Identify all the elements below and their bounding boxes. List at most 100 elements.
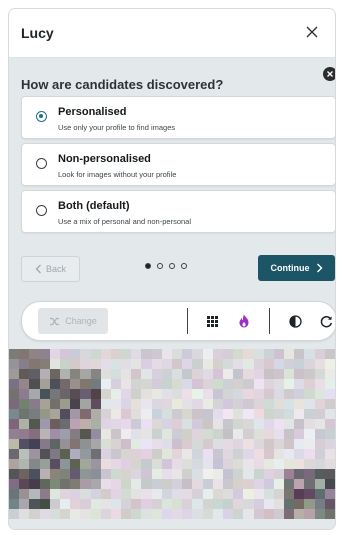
image-thumbnail[interactable] <box>192 409 203 419</box>
image-thumbnail[interactable] <box>324 509 335 519</box>
image-thumbnail[interactable] <box>233 359 244 369</box>
image-thumbnail[interactable] <box>202 509 213 519</box>
image-thumbnail[interactable] <box>284 489 295 499</box>
image-thumbnail[interactable] <box>172 439 183 449</box>
image-thumbnail[interactable] <box>39 489 50 499</box>
image-thumbnail[interactable] <box>29 399 40 409</box>
image-thumbnail[interactable] <box>70 399 81 409</box>
image-thumbnail[interactable] <box>80 459 91 469</box>
image-thumbnail[interactable] <box>222 459 234 469</box>
image-thumbnail[interactable] <box>19 409 30 419</box>
image-thumbnail[interactable] <box>141 499 152 509</box>
image-thumbnail[interactable] <box>19 379 30 389</box>
image-thumbnail[interactable] <box>141 509 152 519</box>
image-thumbnail[interactable] <box>59 419 71 429</box>
flame-icon[interactable] <box>235 312 253 330</box>
image-thumbnail[interactable] <box>182 439 193 449</box>
image-thumbnail[interactable] <box>222 489 234 499</box>
image-thumbnail[interactable] <box>182 369 193 379</box>
option-both[interactable]: Both (default) Use a mix of personal and… <box>21 190 335 233</box>
image-thumbnail[interactable] <box>253 389 264 399</box>
image-thumbnail[interactable] <box>182 429 193 439</box>
image-thumbnail[interactable] <box>202 449 213 459</box>
image-thumbnail[interactable] <box>161 359 172 369</box>
image-thumbnail[interactable] <box>284 359 295 369</box>
image-thumbnail[interactable] <box>202 499 213 509</box>
image-thumbnail[interactable] <box>110 439 122 449</box>
image-thumbnail[interactable] <box>121 409 132 419</box>
image-thumbnail[interactable] <box>182 449 193 459</box>
image-thumbnail[interactable] <box>253 509 264 519</box>
image-thumbnail[interactable] <box>253 449 264 459</box>
image-thumbnail[interactable] <box>80 499 91 509</box>
image-thumbnail[interactable] <box>19 479 30 489</box>
image-thumbnail[interactable] <box>294 509 305 519</box>
image-thumbnail[interactable] <box>161 489 172 499</box>
image-thumbnail[interactable] <box>110 399 122 409</box>
image-thumbnail[interactable] <box>19 429 30 439</box>
image-thumbnail[interactable] <box>273 369 285 379</box>
image-thumbnail[interactable] <box>141 419 152 429</box>
image-thumbnail[interactable] <box>263 469 274 479</box>
image-thumbnail[interactable] <box>80 399 91 409</box>
image-thumbnail[interactable] <box>80 369 91 379</box>
image-thumbnail[interactable] <box>284 419 295 429</box>
image-thumbnail[interactable] <box>202 409 213 419</box>
image-thumbnail[interactable] <box>151 439 162 449</box>
image-thumbnail[interactable] <box>131 439 142 449</box>
image-thumbnail[interactable] <box>19 389 30 399</box>
image-thumbnail[interactable] <box>141 479 152 489</box>
back-button[interactable]: Back <box>21 256 80 282</box>
image-thumbnail[interactable] <box>253 489 264 499</box>
image-thumbnail[interactable] <box>212 489 223 499</box>
image-thumbnail[interactable] <box>182 469 193 479</box>
image-thumbnail[interactable] <box>294 469 305 479</box>
image-thumbnail[interactable] <box>49 419 60 429</box>
image-thumbnail[interactable] <box>263 389 274 399</box>
image-thumbnail[interactable] <box>182 479 193 489</box>
image-thumbnail[interactable] <box>90 449 101 459</box>
image-thumbnail[interactable] <box>49 509 60 519</box>
image-thumbnail[interactable] <box>90 439 101 449</box>
image-thumbnail[interactable] <box>263 419 274 429</box>
image-thumbnail[interactable] <box>222 449 234 459</box>
image-thumbnail[interactable] <box>161 459 172 469</box>
image-thumbnail[interactable] <box>273 449 285 459</box>
image-thumbnail[interactable] <box>110 499 122 509</box>
image-thumbnail[interactable] <box>59 489 71 499</box>
image-thumbnail[interactable] <box>172 509 183 519</box>
image-thumbnail[interactable] <box>121 369 132 379</box>
image-thumbnail[interactable] <box>182 419 193 429</box>
image-thumbnail[interactable] <box>70 469 81 479</box>
image-thumbnail[interactable] <box>304 499 315 509</box>
image-thumbnail[interactable] <box>100 449 111 459</box>
image-thumbnail[interactable] <box>253 369 264 379</box>
image-thumbnail[interactable] <box>192 359 203 369</box>
radio-icon[interactable] <box>36 158 47 169</box>
image-thumbnail[interactable] <box>324 449 335 459</box>
image-thumbnail[interactable] <box>110 419 122 429</box>
image-thumbnail[interactable] <box>59 459 71 469</box>
image-thumbnail[interactable] <box>131 489 142 499</box>
image-thumbnail[interactable] <box>172 349 183 359</box>
image-thumbnail[interactable] <box>161 469 172 479</box>
image-thumbnail[interactable] <box>314 469 325 479</box>
image-thumbnail[interactable] <box>141 399 152 409</box>
image-thumbnail[interactable] <box>284 429 295 439</box>
image-thumbnail[interactable] <box>100 349 111 359</box>
image-thumbnail[interactable] <box>70 449 81 459</box>
image-thumbnail[interactable] <box>141 489 152 499</box>
image-thumbnail[interactable] <box>131 369 142 379</box>
image-thumbnail[interactable] <box>253 439 264 449</box>
image-thumbnail[interactable] <box>90 409 101 419</box>
image-thumbnail[interactable] <box>141 429 152 439</box>
image-thumbnail[interactable] <box>80 469 91 479</box>
image-thumbnail[interactable] <box>253 419 264 429</box>
image-thumbnail[interactable] <box>9 509 20 519</box>
image-thumbnail[interactable] <box>304 449 315 459</box>
image-thumbnail[interactable] <box>212 349 223 359</box>
image-thumbnail[interactable] <box>172 399 183 409</box>
image-thumbnail[interactable] <box>9 489 20 499</box>
image-thumbnail[interactable] <box>182 399 193 409</box>
image-thumbnail[interactable] <box>243 399 254 409</box>
